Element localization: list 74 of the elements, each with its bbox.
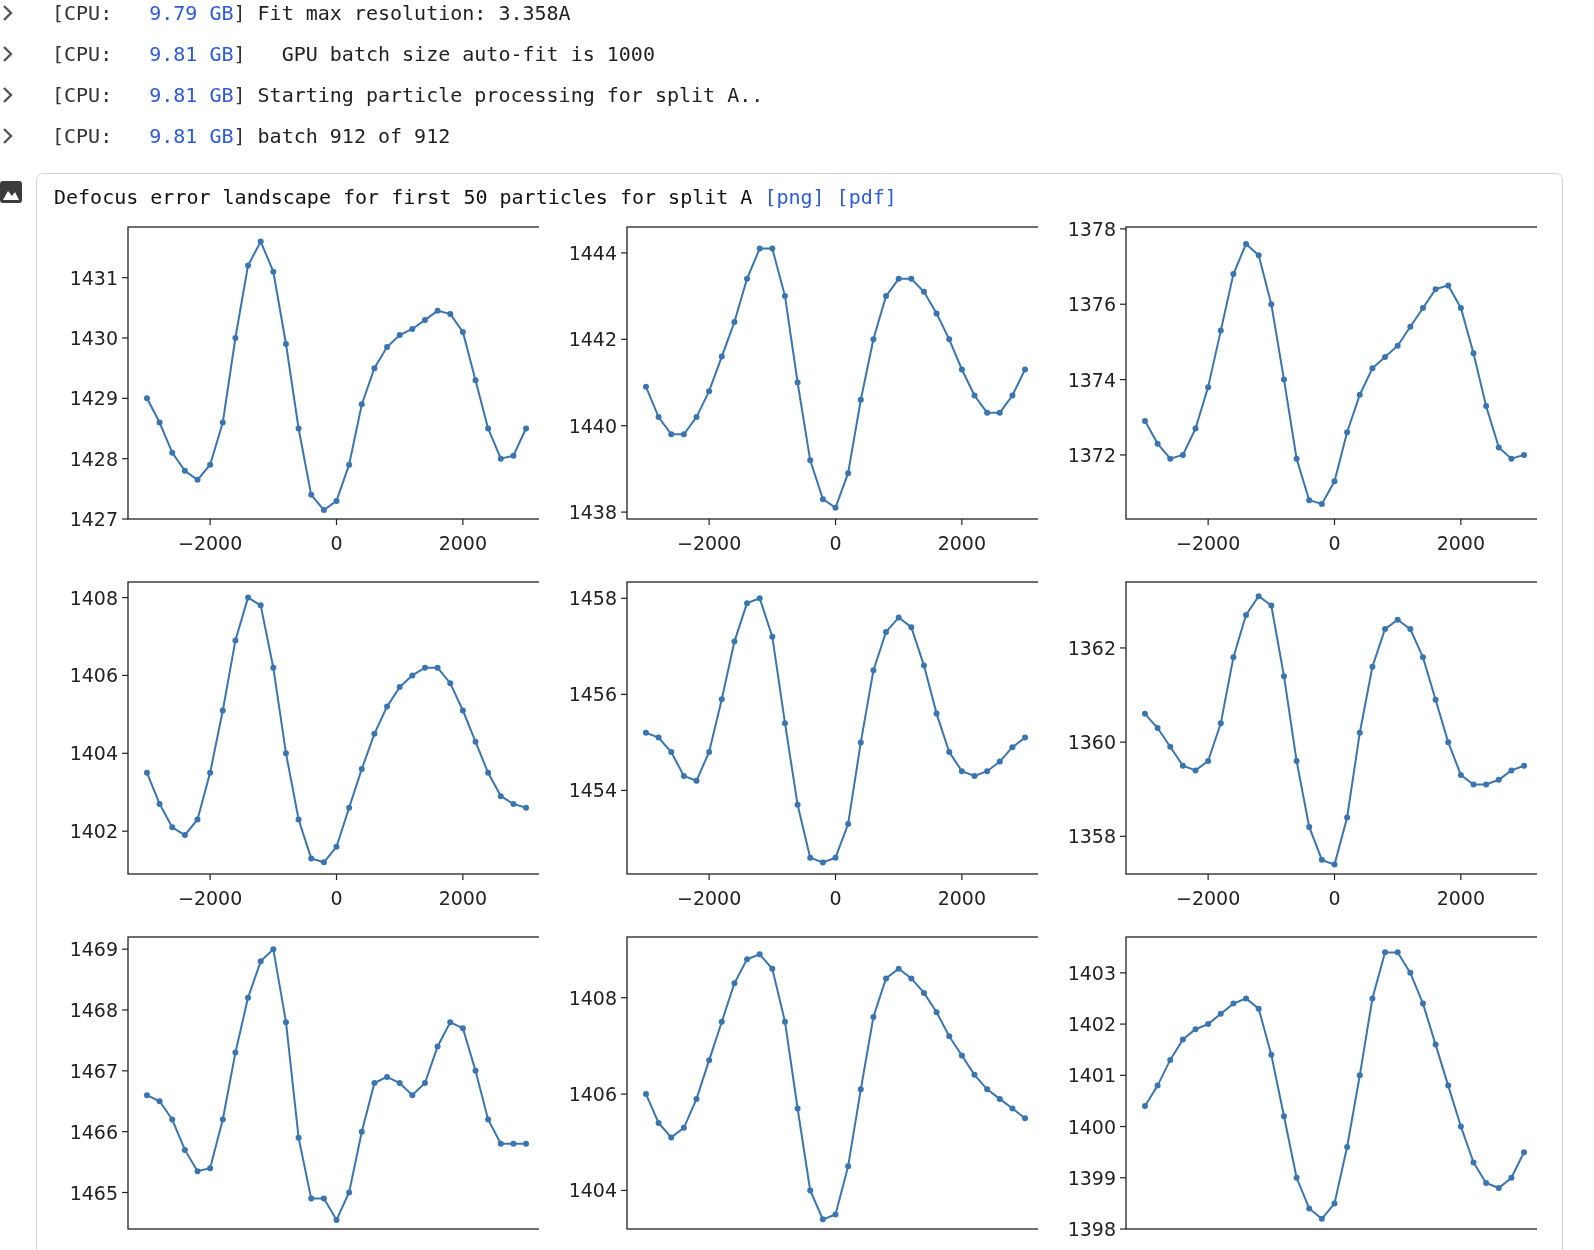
log-message: batch 912 of 912 — [257, 123, 451, 148]
x-tick-label: 2000 — [937, 532, 987, 554]
y-tick-label: 1429 — [69, 387, 118, 410]
y-tick-label: 1374 — [1067, 368, 1116, 391]
x-tick-label: −2000 — [178, 532, 243, 554]
log-cpu-label: [CPU: — [52, 82, 113, 107]
log-message: Starting particle processing for split A.. — [257, 82, 764, 107]
y-tick-label: 1360 — [1067, 731, 1116, 754]
y-tick-label: 1468 — [69, 999, 118, 1021]
y-tick-label: 1430 — [69, 327, 118, 349]
y-tick-label: 1440 — [568, 414, 617, 437]
y-tick-label: 1404 — [568, 1179, 617, 1202]
log-memory-value: 9.81 GB — [149, 41, 234, 66]
log-cpu-label: [CPU: — [52, 123, 113, 148]
y-tick-label: 1362 — [1067, 636, 1116, 659]
y-tick-label: 1406 — [568, 1083, 617, 1106]
log-cpu-label: [CPU: — [52, 41, 113, 66]
log-bracket: ] — [233, 123, 246, 148]
x-tick-label: 0 — [330, 532, 343, 554]
x-tick-label: 0 — [1328, 887, 1341, 909]
log-message: GPU batch size auto-fit is 1000 — [280, 41, 655, 66]
x-tick-label: 0 — [829, 887, 842, 909]
log-memory-value: 9.81 GB — [149, 123, 234, 148]
y-tick-label: 1442 — [568, 328, 617, 351]
y-tick-label: 1398 — [1067, 1218, 1116, 1240]
y-tick-label: 1403 — [1067, 961, 1116, 984]
figure-title: Defocus error landscape for first 50 particles for split A — [54, 185, 753, 209]
x-tick-label: 2000 — [937, 887, 987, 909]
y-tick-label: 1406 — [69, 664, 118, 687]
download-link[interactable]: [pdf] — [836, 185, 897, 209]
x-tick-label: 0 — [829, 532, 842, 554]
y-tick-label: 1399 — [1067, 1166, 1116, 1189]
x-tick-label: −2000 — [178, 887, 243, 909]
y-tick-label: 1456 — [568, 683, 617, 706]
y-tick-label: 1467 — [69, 1059, 118, 1082]
log-cpu-label: [CPU: — [52, 0, 113, 25]
x-tick-label: 2000 — [1436, 887, 1486, 909]
y-tick-label: 1408 — [69, 586, 118, 609]
x-tick-label: 0 — [1328, 532, 1341, 554]
log-bracket: ] — [233, 41, 246, 66]
x-tick-label: 0 — [330, 887, 343, 909]
y-tick-label: 1402 — [69, 820, 118, 843]
x-tick-label: 2000 — [438, 532, 488, 554]
log-bracket: ] — [233, 0, 246, 25]
x-tick-label: 2000 — [438, 887, 488, 909]
y-tick-label: 1372 — [1067, 443, 1116, 466]
log-bracket: ] — [233, 82, 246, 107]
y-tick-label: 1428 — [69, 447, 118, 470]
x-tick-label: 2000 — [1436, 532, 1486, 554]
y-tick-label: 1465 — [69, 1181, 118, 1204]
y-tick-label: 1427 — [69, 508, 118, 530]
y-tick-label: 1454 — [568, 779, 617, 802]
log-memory-value: 9.81 GB — [149, 82, 234, 107]
y-tick-label: 1400 — [1067, 1115, 1116, 1138]
y-tick-label: 1402 — [1067, 1013, 1116, 1036]
y-tick-label: 1438 — [568, 501, 617, 524]
y-tick-label: 1408 — [568, 986, 617, 1009]
y-tick-label: 1466 — [69, 1120, 118, 1143]
x-tick-label: −2000 — [1176, 887, 1241, 909]
y-tick-label: 1404 — [69, 742, 118, 765]
x-tick-label: −2000 — [677, 887, 742, 909]
y-tick-label: 1444 — [568, 241, 617, 264]
y-tick-label: 1469 — [69, 938, 118, 961]
x-tick-label: −2000 — [1176, 532, 1241, 554]
y-tick-label: 1358 — [1067, 825, 1116, 848]
y-tick-label: 1376 — [1067, 293, 1116, 316]
log-memory-value: 9.79 GB — [149, 0, 234, 25]
download-link[interactable]: [png] — [764, 185, 825, 209]
y-tick-label: 1378 — [1067, 219, 1116, 240]
y-tick-label: 1431 — [69, 266, 118, 289]
x-tick-label: −2000 — [677, 532, 742, 554]
y-tick-label: 1458 — [568, 587, 617, 610]
log-message: Fit max resolution: 3.358A — [257, 0, 571, 25]
y-tick-label: 1401 — [1067, 1064, 1116, 1087]
